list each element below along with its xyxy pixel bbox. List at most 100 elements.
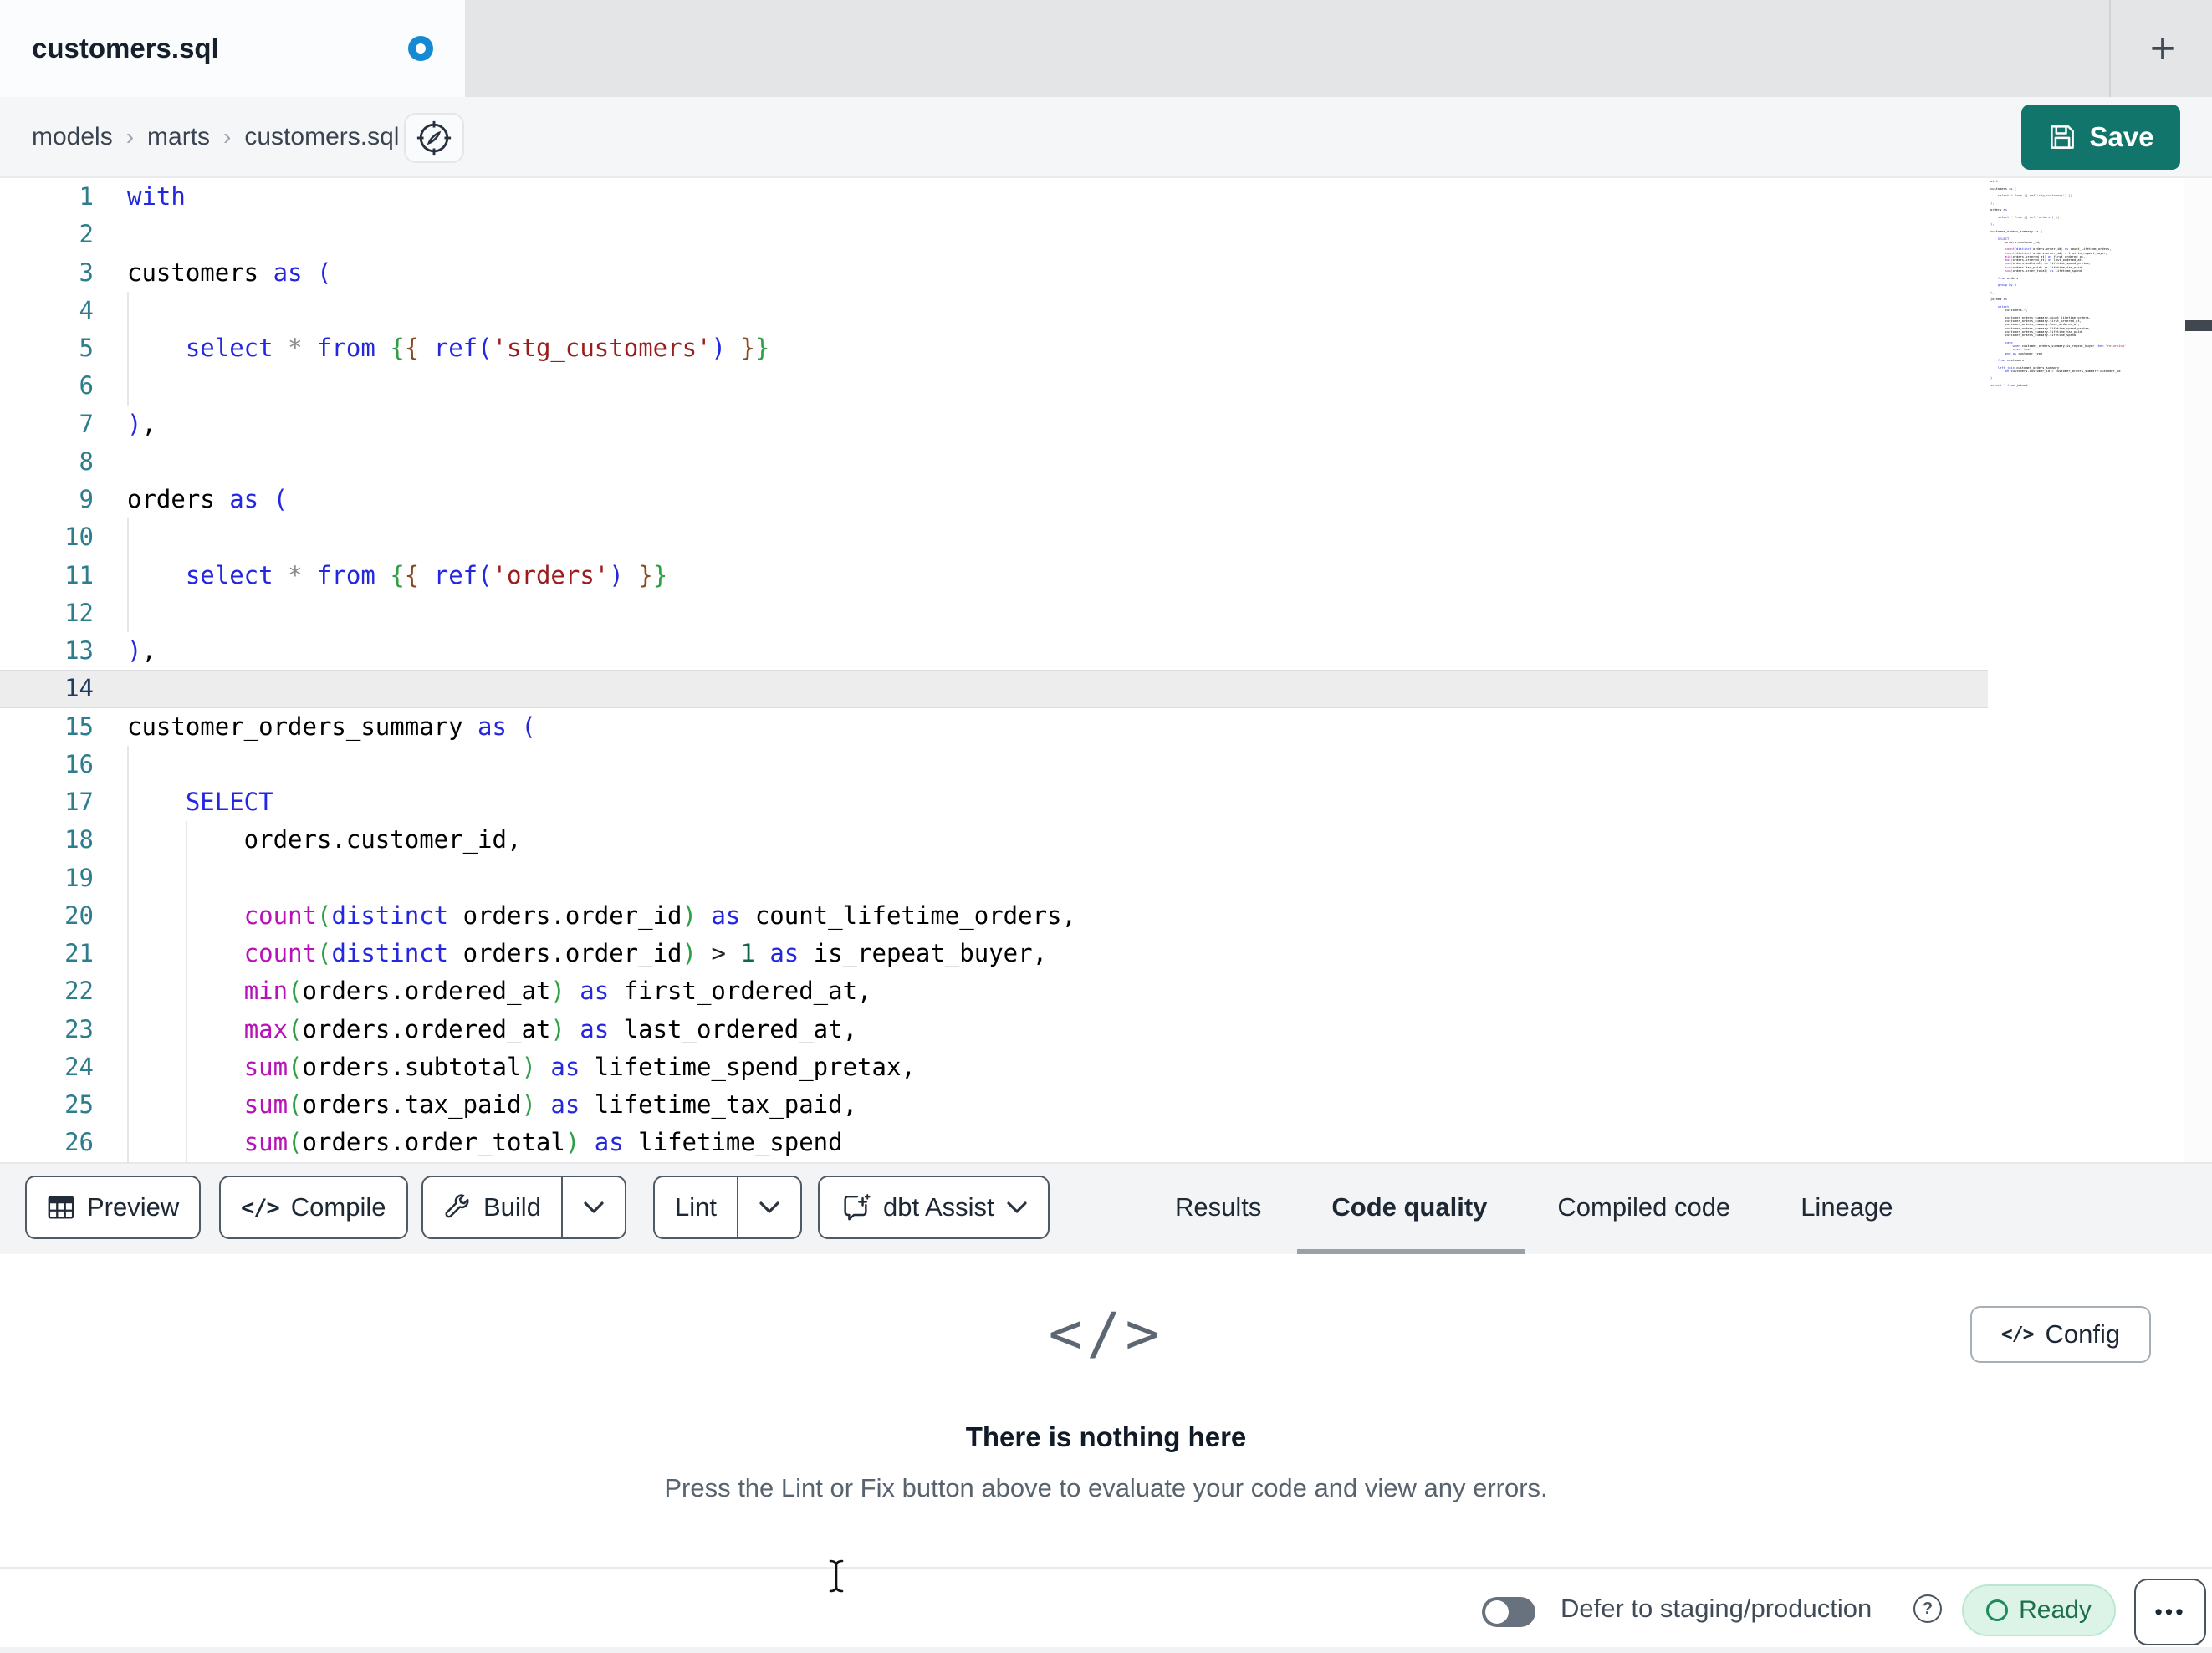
editor-line-21[interactable]: 21 count(distinct orders.order_id) > 1 a…: [0, 935, 1988, 973]
editor-line-8[interactable]: 8: [0, 443, 1988, 481]
breadcrumb-bar: models › marts › customers.sql Save: [0, 97, 2212, 178]
editor-line-3[interactable]: 3 customers as (: [0, 254, 1988, 292]
build-button[interactable]: Build: [421, 1176, 626, 1239]
lint-button[interactable]: Lint: [653, 1176, 802, 1239]
editor-line-7[interactable]: 7),: [0, 406, 1988, 443]
chevron-down-icon: [759, 1201, 780, 1214]
indent-guide: [127, 367, 129, 406]
indent-guide: [127, 1124, 129, 1162]
wrench-icon: [443, 1193, 472, 1222]
line-number: 21: [64, 939, 94, 967]
editor-line-11[interactable]: 11 select * from {{ ref('orders') }}: [0, 556, 1988, 594]
new-tab-button[interactable]: +: [2136, 22, 2189, 75]
minimap-content: with customers as ( select * from {{ ref…: [1990, 180, 2126, 388]
editor-line-15[interactable]: 15 customer_orders_summary as (: [0, 708, 1988, 746]
compass-icon: [415, 119, 453, 157]
compile-button[interactable]: </> Compile: [219, 1176, 408, 1239]
line-number: 23: [64, 1014, 94, 1043]
line-number: 2: [79, 220, 94, 249]
indent-guide: [127, 1086, 129, 1125]
editor-line-1[interactable]: 1 with: [0, 178, 1988, 216]
breadcrumb-item-marts[interactable]: marts: [147, 123, 210, 151]
editor-scrollbar[interactable]: [2184, 178, 2212, 1162]
file-explore-button[interactable]: [404, 113, 464, 163]
editor-line-5[interactable]: 5 select * from {{ ref('stg_customers') …: [0, 329, 1988, 368]
line-number: 7: [79, 409, 94, 438]
toggle-knob: [1485, 1600, 1509, 1624]
line-number: 20: [64, 900, 94, 930]
line-number: 24: [64, 1052, 94, 1081]
code-editor[interactable]: 1 with 2 3 customers as (4 5 select * from {{…: [0, 178, 2212, 1162]
editor-line-25[interactable]: 25 sum(orders.tax_paid) as lifetime_tax_…: [0, 1086, 1988, 1125]
status-badge: Ready: [1962, 1584, 2116, 1636]
build-label: Build: [483, 1192, 541, 1222]
editor-line-4[interactable]: 4: [0, 291, 1988, 329]
tab-lineage[interactable]: Lineage: [1801, 1192, 1893, 1222]
config-button[interactable]: </> Config: [1970, 1306, 2151, 1363]
tab-code-quality[interactable]: Code quality: [1331, 1192, 1487, 1222]
editor-line-22[interactable]: 22 min(orders.ordered_at) as first_order…: [0, 972, 1988, 1011]
editor-line-24[interactable]: 24 sum(orders.subtotal) as lifetime_spen…: [0, 1048, 1988, 1086]
editor-line-26[interactable]: 26 sum(orders.order_total) as lifetime_s…: [0, 1124, 1988, 1162]
editor-line-12[interactable]: 12: [0, 594, 1988, 632]
indent-guide: [127, 745, 129, 783]
breadcrumb-item-file[interactable]: customers.sql: [244, 123, 399, 151]
config-label: Config: [2045, 1319, 2121, 1349]
ready-circle-icon: [1986, 1599, 2009, 1621]
lint-dropdown[interactable]: [736, 1177, 800, 1237]
indent-guide: [185, 821, 187, 860]
editor-line-20[interactable]: 20 count(distinct orders.order_id) as co…: [0, 896, 1988, 935]
editor-line-10[interactable]: 10: [0, 518, 1988, 557]
compile-label: Compile: [290, 1192, 386, 1222]
editor-line-18[interactable]: 18 orders.customer_id,: [0, 821, 1988, 860]
editor-minimap[interactable]: with customers as ( select * from {{ ref…: [1990, 180, 2126, 397]
code-icon: </>: [2000, 1324, 2035, 1345]
code-icon: </>: [241, 1194, 280, 1221]
line-number: 6: [79, 371, 94, 400]
result-tabs: Results Code quality Compiled code Linea…: [1175, 1164, 1893, 1251]
tab-customers-sql[interactable]: customers.sql: [0, 0, 465, 97]
lint-label: Lint: [675, 1192, 717, 1222]
scrollbar-thumb[interactable]: [2185, 320, 2212, 331]
editor-line-19[interactable]: 19: [0, 859, 1988, 897]
chevron-down-icon: [1006, 1201, 1028, 1214]
defer-label: Defer to staging/production: [1561, 1594, 1872, 1623]
line-number: 26: [64, 1128, 94, 1157]
breadcrumb-item-models[interactable]: models: [32, 123, 113, 151]
tab-title: customers.sql: [32, 33, 219, 64]
editor-line-14[interactable]: 14: [0, 670, 1988, 708]
indent-guide: [127, 291, 129, 329]
tab-results[interactable]: Results: [1175, 1192, 1261, 1222]
indent-guide: [127, 518, 129, 557]
editor-line-13[interactable]: 13),: [0, 632, 1988, 670]
line-number: 12: [64, 598, 94, 627]
tab-compiled-code[interactable]: Compiled code: [1557, 1192, 1730, 1222]
dbt-assist-button[interactable]: dbt Assist: [818, 1176, 1050, 1239]
editor-line-16[interactable]: 16: [0, 745, 1988, 783]
dbt-assist-label: dbt Assist: [883, 1192, 994, 1222]
status-bar: Defer to staging/production ? Ready •••: [0, 1567, 2212, 1653]
line-number: 11: [64, 560, 94, 589]
defer-toggle[interactable]: [1482, 1597, 1535, 1627]
table-grid-icon: [47, 1193, 75, 1222]
editor-line-6[interactable]: 6: [0, 367, 1988, 406]
line-number: 22: [64, 977, 94, 1006]
indent-guide: [185, 1086, 187, 1125]
line-number: 19: [64, 863, 94, 892]
build-dropdown[interactable]: [560, 1177, 625, 1237]
editor-line-17[interactable]: 17 SELECT: [0, 783, 1988, 822]
help-icon[interactable]: ?: [1913, 1594, 1942, 1623]
indent-guide: [127, 594, 129, 632]
editor-line-23[interactable]: 23 max(orders.ordered_at) as last_ordere…: [0, 1010, 1988, 1048]
lint-main[interactable]: Lint: [655, 1177, 737, 1237]
editor-line-2[interactable]: 2: [0, 216, 1988, 253]
more-options-button[interactable]: •••: [2134, 1579, 2206, 1645]
editor-line-9[interactable]: 9 orders as (: [0, 481, 1988, 518]
preview-button[interactable]: Preview: [25, 1176, 202, 1239]
chat-sparkle-icon: [840, 1191, 871, 1223]
save-button[interactable]: Save: [2021, 105, 2180, 170]
line-number: 10: [64, 523, 94, 552]
line-number: 18: [64, 825, 94, 855]
build-main[interactable]: Build: [423, 1177, 561, 1237]
indent-guide: [127, 821, 129, 860]
